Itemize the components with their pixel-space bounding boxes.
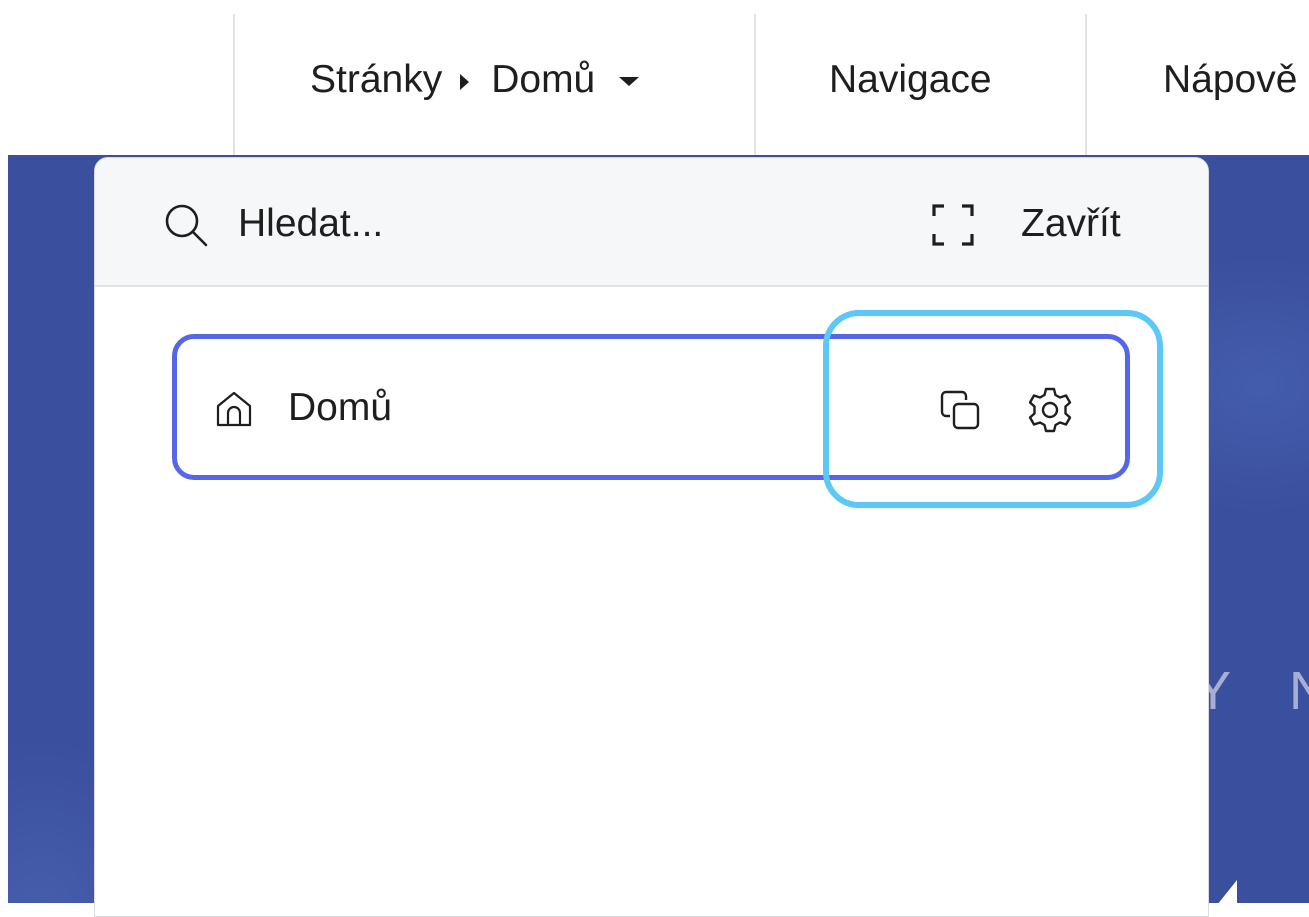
home-icon <box>216 391 252 427</box>
pages-panel: Zavřít Domů <box>94 157 1209 917</box>
row-actions-highlight <box>823 310 1163 508</box>
canvas-play-icon <box>1213 880 1237 910</box>
caret-right-icon <box>460 74 470 90</box>
caret-down-icon <box>619 76 640 86</box>
breadcrumb-root: Stránky <box>310 58 443 101</box>
close-button[interactable]: Zavřít <box>1021 196 1121 252</box>
toolbar-divider <box>754 14 756 155</box>
expand-icon[interactable] <box>930 202 976 248</box>
search-input[interactable] <box>238 196 798 252</box>
panel-header: Zavřít <box>95 158 1208 287</box>
breadcrumb-current: Domů <box>491 58 596 101</box>
pages-breadcrumb-dropdown[interactable]: Stránky Domů <box>310 0 640 160</box>
toolbar-divider <box>233 14 235 155</box>
canvas-left-edge <box>0 155 8 903</box>
help-menu-button[interactable]: Nápově <box>1163 0 1297 160</box>
top-toolbar: Stránky Domů Navigace Nápově <box>0 0 1309 155</box>
page-label: Domů <box>288 386 393 429</box>
canvas-background-text: Y N <box>1195 661 1309 721</box>
navigation-menu-button[interactable]: Navigace <box>829 0 992 160</box>
toolbar-divider <box>1085 14 1087 155</box>
search-icon <box>165 204 208 247</box>
